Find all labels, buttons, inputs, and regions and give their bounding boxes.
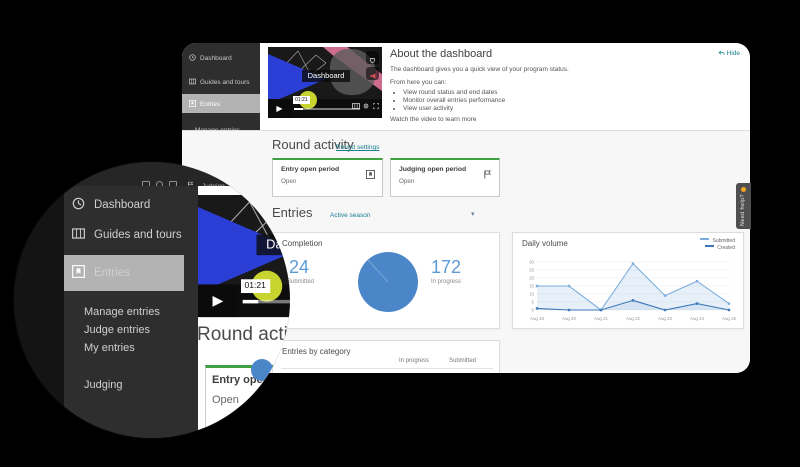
completion-card: Completion 24 Submitted 172 In progress bbox=[272, 232, 500, 329]
magnified-video: Dashboard ▶ 01:21 bbox=[198, 195, 290, 319]
magnified-item-manage-entries: Manage entries bbox=[84, 306, 160, 318]
column-in-progress: In progress bbox=[399, 358, 429, 364]
column-submitted: Submitted bbox=[449, 358, 476, 364]
in-progress-count: 172 bbox=[431, 257, 461, 278]
about-bullet: View user activity bbox=[403, 105, 505, 112]
round-settings-link[interactable]: Round settings bbox=[336, 144, 379, 151]
chart-legend: Submitted Created bbox=[700, 238, 735, 252]
video-duration: 01:21 bbox=[241, 279, 269, 293]
sidebar-item-dashboard[interactable]: Dashboard bbox=[189, 54, 232, 63]
guides-icon bbox=[189, 78, 196, 87]
daily-volume-card: Daily volume Submitted Created 0 5 10 15 20 2… bbox=[512, 232, 744, 329]
legend-label: Submitted bbox=[712, 238, 735, 244]
magnified-item-my-entries: My entries bbox=[84, 342, 135, 354]
hide-label: Hide bbox=[727, 50, 740, 57]
entries-icon bbox=[189, 100, 196, 109]
stage: { "colors": { "accent_teal": "#19808f", … bbox=[0, 0, 800, 467]
svg-text:15: 15 bbox=[529, 284, 534, 289]
legend-swatch-created bbox=[705, 245, 714, 247]
about-bullet: View round status and end dates bbox=[403, 89, 505, 96]
magnified-item-judging: Judging bbox=[84, 379, 123, 391]
progress-bar[interactable] bbox=[294, 108, 360, 110]
legend-label: Created bbox=[717, 245, 735, 251]
fullscreen-icon[interactable] bbox=[373, 103, 379, 109]
season-filter[interactable]: Active season bbox=[330, 212, 370, 219]
like-button[interactable] bbox=[366, 51, 379, 64]
svg-text:20: 20 bbox=[529, 276, 534, 281]
daily-volume-chart: 0 5 10 15 20 25 30 Aug 19 Aug 20 Aug 21 Aug 22 Aug … bbox=[521, 257, 737, 323]
svg-text:5: 5 bbox=[532, 300, 535, 305]
svg-text:0: 0 bbox=[532, 308, 535, 313]
heart-icon bbox=[369, 57, 376, 64]
about-lead: From here you can: bbox=[390, 79, 446, 86]
svg-text:Aug 20: Aug 20 bbox=[562, 316, 576, 321]
hide-icon bbox=[718, 50, 725, 56]
about-bullets: View round status and end dates Monitor … bbox=[394, 88, 505, 113]
intro-video[interactable]: Dashboard ▶ 01:21 bbox=[268, 47, 382, 118]
chevron-down-icon[interactable]: ▾ bbox=[471, 210, 475, 218]
sidebar-label: Dashboard bbox=[200, 55, 232, 62]
svg-text:25: 25 bbox=[529, 268, 534, 273]
completion-pie bbox=[357, 251, 419, 313]
help-dot-icon bbox=[741, 187, 746, 192]
about-footer: Watch the video to learn more bbox=[390, 116, 476, 123]
judging-open-period-card[interactable]: Judging open period Open bbox=[390, 158, 500, 197]
sidebar-label: Guides and tours bbox=[200, 79, 250, 86]
need-help-label: Need help? bbox=[740, 194, 746, 226]
about-bullet: Monitor overall entries performance bbox=[403, 97, 505, 104]
captions-icon[interactable] bbox=[352, 103, 360, 109]
megaphone-icon bbox=[369, 72, 377, 80]
legend-swatch-submitted bbox=[700, 238, 709, 240]
blue-dot-decoration bbox=[251, 359, 273, 381]
sidebar-label: Entries bbox=[200, 101, 220, 108]
card-status: Open bbox=[399, 178, 414, 185]
about-intro: The dashboard gives you a quick view of … bbox=[390, 66, 569, 73]
announce-button[interactable] bbox=[366, 67, 379, 80]
magnified-item-entries: Entries bbox=[72, 265, 130, 279]
video-title-badge: Dashboard bbox=[302, 70, 350, 82]
svg-text:Aug 25: Aug 25 bbox=[722, 316, 736, 321]
sidebar-item-guides-and-tours[interactable]: Guides and tours bbox=[189, 78, 250, 87]
svg-text:10: 10 bbox=[529, 292, 534, 297]
video-settings-icons[interactable] bbox=[352, 103, 379, 111]
submitted-count: 24 bbox=[289, 257, 309, 278]
svg-text:Aug 23: Aug 23 bbox=[658, 316, 672, 321]
about-title: About the dashboard bbox=[390, 48, 492, 60]
hide-link[interactable]: Hide bbox=[718, 50, 740, 57]
daily-volume-title: Daily volume bbox=[522, 239, 568, 248]
svg-text:30: 30 bbox=[529, 260, 534, 265]
svg-text:Aug 24: Aug 24 bbox=[690, 316, 704, 321]
magnified-item-judge-entries: Judge entries bbox=[84, 324, 150, 336]
need-help-tab[interactable]: Need help? bbox=[736, 183, 751, 229]
svg-text:Aug 19: Aug 19 bbox=[530, 316, 544, 321]
svg-text:Aug 21: Aug 21 bbox=[594, 316, 608, 321]
sidebar-item-entries[interactable]: Entries bbox=[189, 100, 220, 109]
svg-text:Aug 22: Aug 22 bbox=[626, 316, 640, 321]
dashboard-icon bbox=[189, 54, 196, 63]
submitted-label: Submitted bbox=[287, 279, 314, 285]
play-button[interactable]: ▶ bbox=[268, 99, 291, 118]
entries-by-category-title: Entries by category bbox=[282, 347, 350, 356]
card-title: Judging open period bbox=[399, 166, 466, 173]
entries-by-category-card: Entries by category In progress Submitte… bbox=[272, 340, 500, 373]
magnified-item-guides: Guides and tours bbox=[72, 227, 182, 241]
gear-icon[interactable] bbox=[363, 103, 369, 109]
video-duration: 01:21 bbox=[293, 96, 310, 104]
card-status: Open bbox=[212, 394, 239, 406]
magnified-round-activity-title: Round activity bbox=[197, 324, 290, 346]
flag-icon bbox=[483, 166, 492, 184]
play-button: ▶ bbox=[198, 284, 238, 317]
magnifier-overlay: Judging Dashboard Guides and tours Entri… bbox=[14, 162, 290, 438]
bookmark-icon bbox=[366, 166, 375, 184]
video-title-badge: Dashboard bbox=[256, 235, 290, 256]
in-progress-label: In progress bbox=[431, 279, 461, 285]
table-divider bbox=[281, 368, 493, 369]
magnified-item-dashboard: Dashboard bbox=[72, 197, 150, 211]
